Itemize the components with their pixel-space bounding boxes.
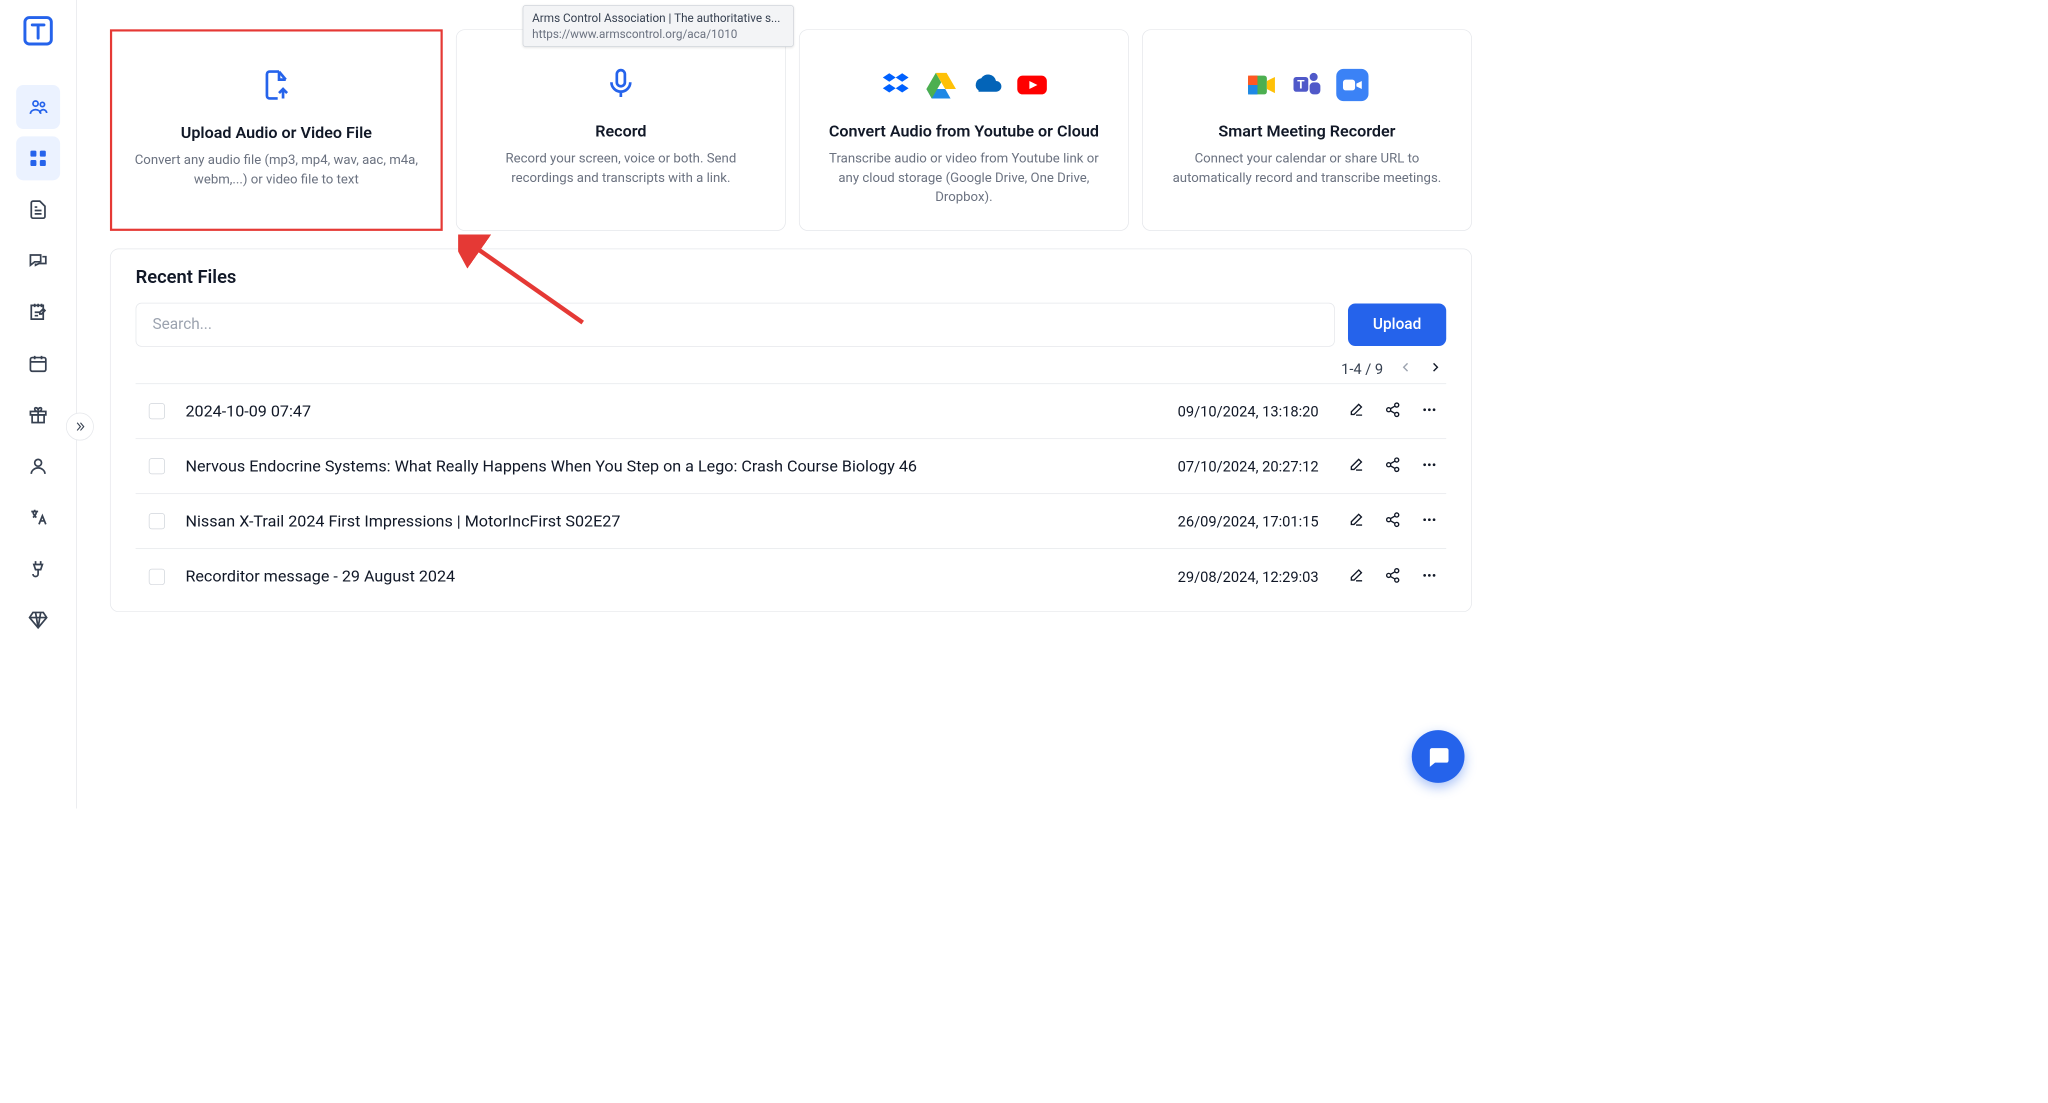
upload-button[interactable]: Upload [1348, 304, 1446, 347]
sidebar-profile-icon[interactable] [16, 444, 60, 488]
upload-card-title: Upload Audio or Video File [133, 124, 420, 142]
svg-text:T: T [1297, 77, 1305, 91]
sidebar-gift-icon[interactable] [16, 393, 60, 437]
microphone-icon [605, 67, 637, 102]
convert-card[interactable]: Convert Audio from Youtube or Cloud Tran… [799, 29, 1129, 231]
row-checkbox[interactable] [149, 458, 165, 474]
record-card[interactable]: Record Record your screen, voice or both… [456, 29, 786, 231]
sidebar-premium-icon[interactable] [16, 598, 60, 642]
upload-card[interactable]: Upload Audio or Video File Convert any a… [110, 29, 443, 231]
row-title: Recorditor message - 29 August 2024 [185, 568, 1177, 586]
sidebar-expand-button[interactable] [66, 413, 94, 441]
row-title: Nervous Endocrine Systems: What Really H… [185, 457, 1177, 475]
pagination-next[interactable] [1429, 360, 1442, 378]
sidebar-calendar-icon[interactable] [16, 342, 60, 386]
row-date: 07/10/2024, 20:27:12 [1178, 458, 1319, 476]
onedrive-icon [970, 69, 1002, 101]
table-row[interactable]: Recorditor message - 29 August 2024 29/0… [136, 549, 1447, 604]
row-date: 09/10/2024, 13:18:20 [1178, 403, 1319, 421]
meeting-card[interactable]: T Smart Meeting Recorder Connect your ca… [1142, 29, 1472, 231]
google-meet-icon [1245, 69, 1277, 101]
table-row[interactable]: 2024-10-09 07:47 09/10/2024, 13:18:20 [136, 384, 1447, 439]
pagination: 1-4 / 9 [136, 360, 1447, 378]
microsoft-teams-icon: T [1291, 69, 1323, 101]
more-icon[interactable] [1421, 512, 1437, 531]
sidebar-plugin-icon[interactable] [16, 547, 60, 591]
row-date: 29/08/2024, 12:29:03 [1178, 568, 1319, 586]
more-icon[interactable] [1421, 457, 1437, 476]
convert-card-title: Convert Audio from Youtube or Cloud [820, 122, 1107, 140]
tooltip-title: Arms Control Association | The authorita… [532, 10, 784, 26]
search-input[interactable] [136, 303, 1335, 347]
youtube-icon [1016, 69, 1048, 101]
share-icon[interactable] [1385, 402, 1401, 421]
share-icon[interactable] [1385, 457, 1401, 476]
row-title: Nissan X-Trail 2024 First Impressions | … [185, 512, 1177, 530]
row-date: 26/09/2024, 17:01:15 [1178, 513, 1319, 531]
edit-icon[interactable] [1348, 402, 1364, 421]
pagination-range: 1-4 / 9 [1341, 360, 1383, 378]
main-content: Upload Audio or Video File Convert any a… [110, 29, 1472, 612]
row-checkbox[interactable] [149, 569, 165, 585]
meeting-card-desc: Connect your calendar or share URL to au… [1163, 150, 1450, 188]
app-logo [21, 13, 56, 48]
files-table: 2024-10-09 07:47 09/10/2024, 13:18:20 Ne… [136, 384, 1447, 605]
table-row[interactable]: Nissan X-Trail 2024 First Impressions | … [136, 494, 1447, 549]
browser-tooltip: Arms Control Association | The authorita… [523, 5, 794, 47]
share-icon[interactable] [1385, 512, 1401, 531]
share-icon[interactable] [1385, 567, 1401, 586]
sidebar-notes-icon[interactable] [16, 290, 60, 334]
edit-icon[interactable] [1348, 457, 1364, 476]
sidebar [0, 0, 77, 808]
chat-fab-button[interactable] [1412, 730, 1465, 783]
tooltip-url: https://www.armscontrol.org/aca/1010 [532, 26, 784, 42]
recent-files-panel: Recent Files Upload 1-4 / 9 2024-10-09 0… [110, 249, 1472, 613]
sidebar-chat-icon[interactable] [16, 239, 60, 283]
record-card-desc: Record your screen, voice or both. Send … [477, 150, 764, 188]
row-checkbox[interactable] [149, 513, 165, 529]
recent-files-heading: Recent Files [136, 267, 1447, 288]
more-icon[interactable] [1421, 402, 1437, 421]
row-checkbox[interactable] [149, 403, 165, 419]
record-card-title: Record [477, 122, 764, 140]
sidebar-document-icon[interactable] [16, 188, 60, 232]
sidebar-translate-icon[interactable] [16, 496, 60, 540]
sidebar-dashboard-icon[interactable] [16, 136, 60, 180]
file-upload-icon [260, 69, 292, 104]
zoom-icon [1336, 69, 1368, 101]
edit-icon[interactable] [1348, 567, 1364, 586]
google-drive-icon [925, 69, 957, 101]
meeting-card-title: Smart Meeting Recorder [1163, 122, 1450, 140]
dropbox-icon [880, 69, 912, 101]
edit-icon[interactable] [1348, 512, 1364, 531]
convert-card-desc: Transcribe audio or video from Youtube l… [820, 150, 1107, 207]
upload-card-desc: Convert any audio file (mp3, mp4, wav, a… [133, 151, 420, 189]
row-title: 2024-10-09 07:47 [185, 402, 1177, 420]
more-icon[interactable] [1421, 567, 1437, 586]
action-cards-row: Upload Audio or Video File Convert any a… [110, 29, 1472, 231]
table-row[interactable]: Nervous Endocrine Systems: What Really H… [136, 439, 1447, 494]
sidebar-team-icon[interactable] [16, 85, 60, 129]
pagination-prev[interactable] [1399, 360, 1412, 378]
